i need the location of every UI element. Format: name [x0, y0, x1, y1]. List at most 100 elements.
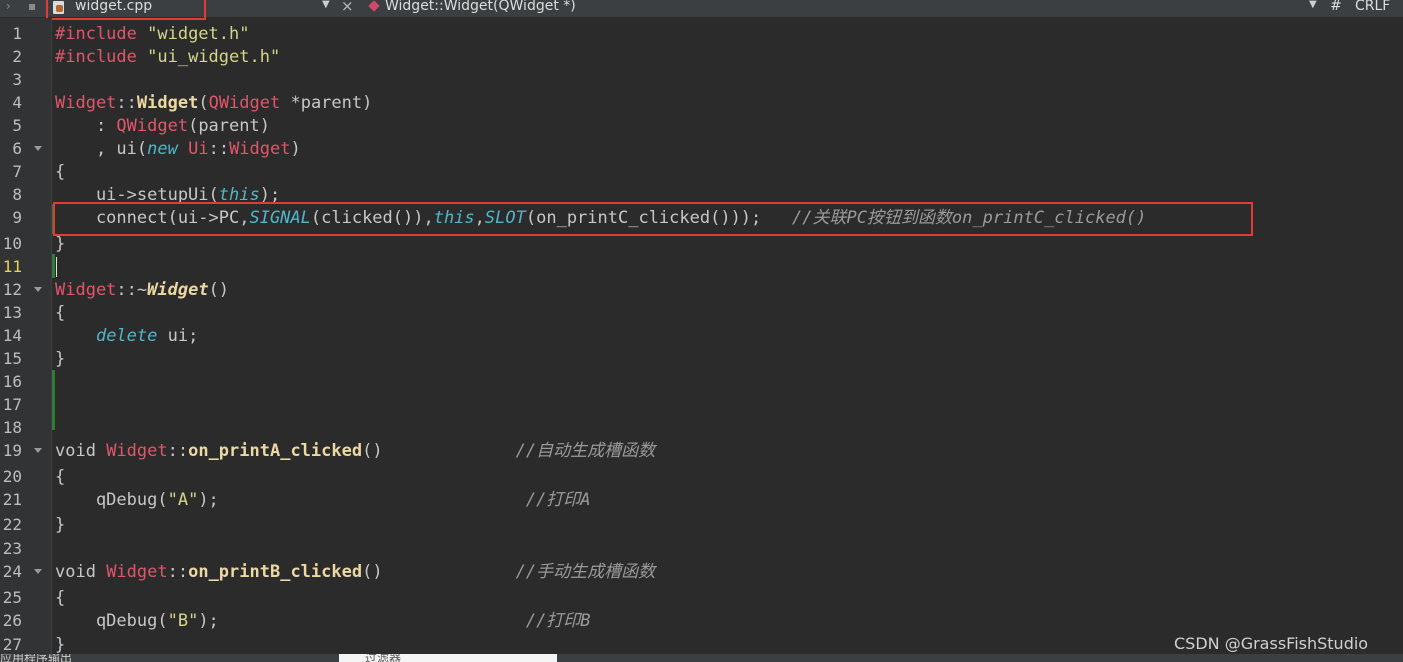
- line-number: 22: [2, 515, 22, 534]
- file-dropdown-icon[interactable]: ▼: [322, 0, 330, 10]
- editor-toolbar: › ▪ widget.cpp ▼ × Widget::Widget(QWidge…: [0, 0, 1403, 20]
- function-name: on_printA_clicked: [188, 441, 363, 461]
- class-name: Widget: [106, 562, 168, 582]
- line-number: 11: [2, 257, 22, 276]
- line-number: 27: [2, 635, 22, 654]
- cpp-file-icon: [53, 1, 64, 14]
- filter-placeholder: 过滤器: [365, 654, 402, 662]
- change-marker: [52, 370, 55, 430]
- class-name: Widget: [55, 93, 117, 113]
- class-name: Widget: [55, 280, 117, 300]
- code-line: qDebug("A"); //打印A: [55, 489, 591, 511]
- code-line: }: [55, 515, 66, 535]
- function-dropdown-icon[interactable]: ▼: [1309, 0, 1317, 10]
- gutter-separator: [51, 18, 52, 654]
- line-number: 21: [2, 490, 22, 509]
- scope-operator: ::: [116, 93, 137, 113]
- code-token: );: [198, 490, 526, 510]
- code-line: {: [55, 162, 66, 182]
- back-arrow-icon[interactable]: ›: [6, 0, 11, 13]
- line-ending-indicator[interactable]: CRLF: [1355, 0, 1390, 14]
- function-name: on_printB_clicked: [188, 562, 363, 582]
- code-token: *parent): [280, 93, 373, 113]
- fold-arrow-icon[interactable]: [34, 448, 42, 453]
- comment: //自动生成槽函数: [515, 441, 656, 461]
- string-literal: "ui_widget.h": [136, 47, 281, 67]
- line-number: 19: [2, 441, 22, 460]
- function-selector[interactable]: Widget::Widget(QWidget *): [385, 0, 576, 14]
- watermark: CSDN @GrassFishStudio: [1174, 634, 1369, 653]
- code-line: #include "ui_widget.h": [55, 46, 280, 68]
- code-token: ): [290, 139, 301, 159]
- line-number: 20: [2, 467, 22, 486]
- line-number: 14: [2, 326, 22, 345]
- close-icon[interactable]: ×: [341, 0, 354, 15]
- code-token: (: [198, 93, 209, 113]
- code-line: {: [55, 303, 66, 323]
- code-token: );: [198, 611, 526, 631]
- line-number: 15: [2, 349, 22, 368]
- string-literal: "B": [167, 611, 199, 631]
- code-line: Widget::Widget(QWidget *parent): [55, 92, 372, 114]
- scope-operator: ::: [208, 139, 230, 159]
- line-number: 9: [12, 208, 22, 227]
- code-token: (): [362, 562, 516, 582]
- code-line: }: [55, 635, 66, 654]
- string-literal: "widget.h": [136, 24, 250, 44]
- code-line: }: [55, 349, 66, 369]
- line-number: 3: [12, 70, 22, 89]
- code-token: qDebug(: [55, 611, 168, 631]
- line-number: 10: [2, 234, 22, 253]
- fold-arrow-icon[interactable]: [34, 569, 42, 574]
- preprocessor: #include: [55, 24, 137, 44]
- class-name: Ui: [188, 139, 209, 159]
- lock-icon[interactable]: ▪: [28, 0, 36, 13]
- line-number: 18: [2, 418, 22, 437]
- filter-input[interactable]: 过滤器: [339, 654, 557, 662]
- function-name: Widget: [147, 280, 209, 300]
- code-line: {: [55, 588, 66, 608]
- line-number: 23: [2, 539, 22, 558]
- line-number: 7: [12, 162, 22, 181]
- code-token: qDebug(: [55, 490, 168, 510]
- output-pane-label[interactable]: 应用程序输出: [0, 654, 72, 662]
- keyword: new: [147, 139, 178, 159]
- change-marker: [52, 254, 55, 278]
- code-line: , ui(new Ui::Widget): [55, 138, 301, 160]
- line-number: 8: [12, 185, 22, 204]
- code-line: qDebug("B"); //打印B: [55, 610, 591, 632]
- code-token: (parent): [188, 116, 270, 136]
- keyword: void: [55, 562, 107, 582]
- keyword: delete: [95, 326, 158, 346]
- line-number: 13: [2, 303, 22, 322]
- annotation-highlight-box: [53, 202, 1253, 236]
- string-literal: "A": [167, 490, 199, 510]
- line-number: 24: [2, 562, 22, 581]
- fold-arrow-icon[interactable]: [34, 287, 42, 292]
- code-token: ui;: [157, 326, 199, 346]
- line-number: 2: [12, 47, 22, 66]
- code-line: {: [55, 467, 66, 487]
- file-name[interactable]: widget.cpp: [75, 0, 152, 14]
- code-line: void Widget::on_printA_clicked() //自动生成槽…: [55, 440, 655, 462]
- line-number: 17: [2, 395, 22, 414]
- class-name: QWidget: [208, 93, 281, 113]
- scope-operator: ::~: [116, 280, 148, 300]
- function-name: Widget: [136, 93, 199, 113]
- line-number: 26: [2, 611, 22, 630]
- code-line: void Widget::on_printB_clicked() //手动生成槽…: [55, 561, 655, 583]
- line-number: 4: [12, 93, 22, 112]
- comment: //手动生成槽函数: [515, 562, 656, 582]
- code-line: #include "widget.h": [55, 23, 249, 45]
- scope-operator: ::: [167, 441, 189, 461]
- code-line: Widget::~Widget(): [55, 279, 229, 301]
- class-name: Widget: [229, 139, 291, 159]
- fold-arrow-icon[interactable]: [34, 146, 42, 151]
- hash-indicator[interactable]: #: [1330, 0, 1342, 14]
- code-line: delete ui;: [55, 325, 198, 347]
- class-name: QWidget: [116, 116, 189, 136]
- code-line: }: [55, 234, 66, 254]
- code-token: :: [55, 116, 117, 136]
- preprocessor: #include: [55, 47, 137, 67]
